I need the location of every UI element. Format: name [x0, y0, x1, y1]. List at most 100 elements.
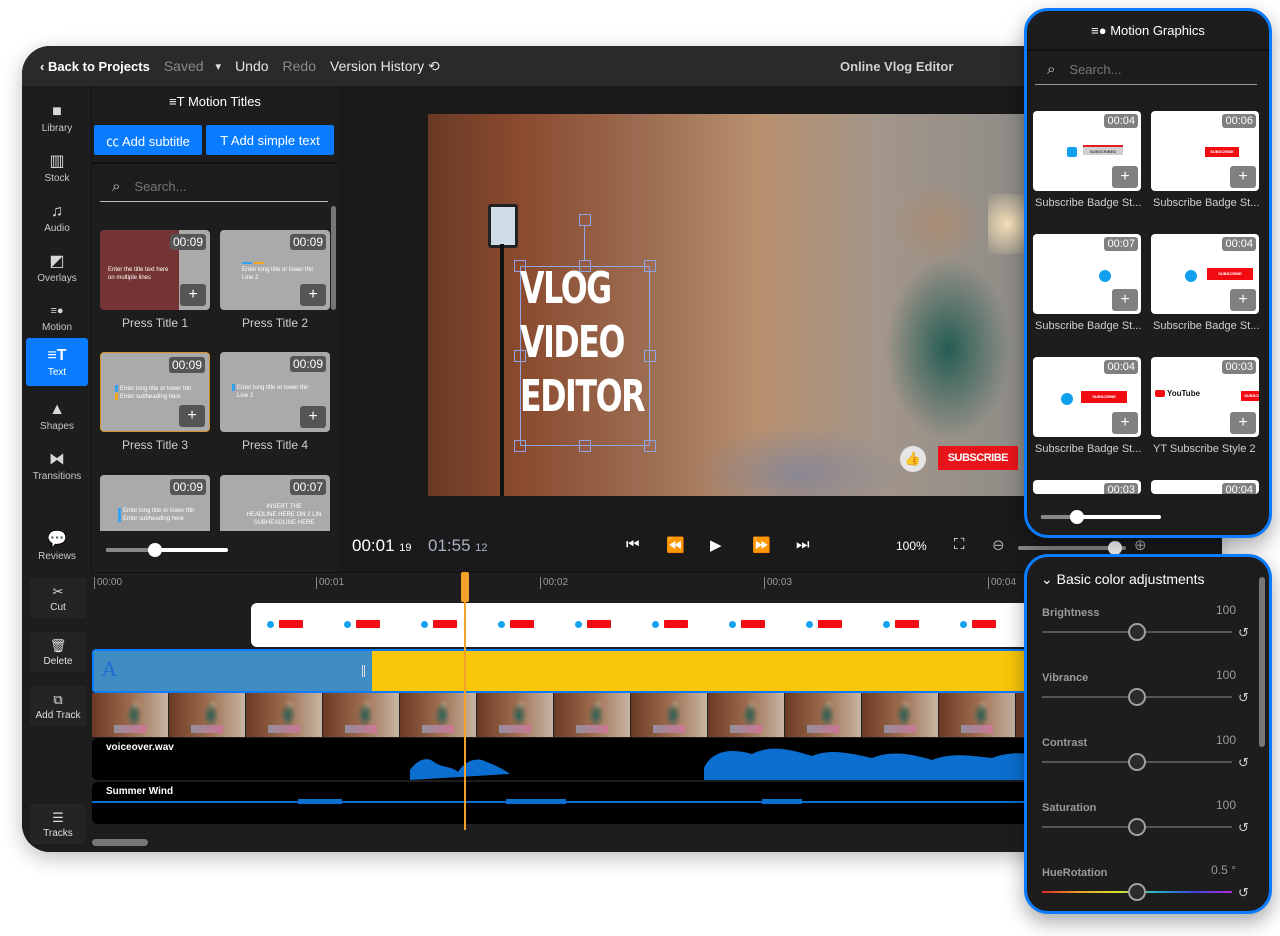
trim-handle[interactable] — [362, 665, 365, 677]
tracks-button[interactable]: ☰ Tracks — [30, 804, 86, 844]
add-icon[interactable]: + — [300, 406, 326, 428]
motion-graphic-card[interactable]: SUBSCRIBE 00:04 + — [1151, 234, 1259, 314]
video-canvas[interactable]: VLOG VIDEO EDITOR 👍 SUBSCRIBE — [428, 114, 1028, 496]
add-icon[interactable]: + — [1112, 412, 1138, 434]
title-card-5[interactable]: Enter long title or lower thir Enter subh… — [100, 475, 210, 531]
motion-graphic-card[interactable]: 00:07 + — [1033, 234, 1141, 314]
adjustment-slider-knob[interactable] — [1128, 688, 1146, 706]
playhead-handle[interactable] — [461, 572, 469, 602]
add-subtitle-button[interactable]: ㏄ Add subtitle — [94, 125, 202, 155]
motion-graphic-card[interactable]: YouTubeSUBSCRIBE00:03+ — [1151, 357, 1259, 437]
delete-button[interactable]: 🗑 Delete — [30, 632, 86, 672]
reset-icon[interactable]: ↺ — [1238, 885, 1249, 901]
zoom-in-icon[interactable]: ⊕ — [1134, 536, 1147, 554]
vertical-scrollbar[interactable] — [331, 206, 336, 310]
rail-item-library[interactable]: ■ Library — [26, 94, 88, 142]
slider-knob[interactable] — [147, 543, 162, 557]
trash-icon: 🗑 — [49, 637, 67, 653]
rail-item-text[interactable]: ≡T Text — [26, 338, 88, 386]
playhead[interactable] — [461, 572, 469, 830]
back-to-projects-button[interactable]: ‹ Back to Projects — [40, 59, 150, 74]
motion-graphic-card[interactable]: SUBSCRIBE 00:04 + — [1033, 357, 1141, 437]
vlog-title-overlay[interactable]: VLOG VIDEO EDITOR — [520, 262, 645, 424]
zoom-out-icon[interactable]: ⊖ — [992, 536, 1005, 554]
voiceover-audio-clip[interactable]: voiceover.wav — [92, 738, 1052, 780]
thumbnail-size-slider[interactable] — [1041, 510, 1161, 524]
add-track-button[interactable]: ⧉ Add Track — [30, 686, 86, 726]
rail-label: Stock — [44, 172, 70, 184]
skip-to-start-icon[interactable]: ⏮ — [626, 536, 640, 553]
skip-to-end-icon[interactable]: ⏭ — [796, 536, 810, 553]
add-icon[interactable]: + — [180, 284, 206, 306]
rail-item-transitions[interactable]: ⧓ Transitions — [26, 442, 88, 490]
adjustment-slider-knob[interactable] — [1128, 753, 1146, 771]
rail-item-motion[interactable]: ≡● Motion — [26, 293, 88, 341]
resize-handle[interactable] — [644, 440, 656, 452]
title-card-1[interactable]: Enter the title text here on multiple lin… — [100, 230, 210, 310]
adjustment-slider-knob[interactable] — [1128, 623, 1146, 641]
cut-button[interactable]: ✂ Cut — [30, 578, 86, 618]
add-icon[interactable]: + — [1112, 166, 1138, 188]
music-audio-clip[interactable]: Summer Wind — [92, 782, 1052, 824]
redo-button[interactable]: Redo — [283, 58, 316, 74]
title-card-3[interactable]: Enter long title or lower thir Enter subh… — [100, 352, 210, 432]
thumbnail-size-slider[interactable] — [106, 543, 228, 557]
rail-item-stock[interactable]: ▥ Stock — [26, 144, 88, 192]
version-history-button[interactable]: Version History ⟲ — [330, 58, 440, 75]
subscribe-badge-overlay[interactable]: SUBSCRIBE — [937, 446, 1018, 470]
add-icon[interactable]: + — [1230, 412, 1256, 434]
play-icon[interactable]: ▶ — [710, 536, 722, 554]
motion-graphics-search-input[interactable]: ⌕ Search... — [1035, 55, 1257, 85]
vertical-scrollbar[interactable] — [1259, 577, 1265, 747]
motion-graphic-card[interactable]: SUBSCRIBED 00:04 + — [1033, 111, 1141, 191]
rail-item-reviews[interactable]: 💬 Reviews — [26, 522, 88, 570]
video-clip[interactable] — [92, 693, 1052, 737]
rail-item-overlays[interactable]: ◩ Overlays — [26, 244, 88, 292]
add-icon[interactable]: + — [1112, 289, 1138, 311]
add-simple-text-button[interactable]: T Add simple text — [206, 125, 334, 155]
horizontal-scrollbar[interactable] — [92, 839, 148, 846]
title-card-2[interactable]: Enter long title or lower thir Line 2 00:… — [220, 230, 330, 310]
reset-icon[interactable]: ↺ — [1238, 755, 1249, 771]
rewind-icon[interactable]: ⏪ — [666, 536, 685, 554]
reset-icon[interactable]: ↺ — [1238, 820, 1249, 836]
reset-icon[interactable]: ↺ — [1238, 690, 1249, 706]
section-toggle[interactable]: ⌄ Basic color adjustments — [1041, 571, 1204, 588]
title-card-6[interactable]: INSERT THE HEADLINE HERE ON 2 LIN SUBHEADL… — [220, 475, 330, 531]
zoom-level[interactable]: 100% — [896, 539, 927, 553]
ruler-tick: 00:01 — [316, 577, 344, 589]
resize-handle[interactable] — [579, 440, 591, 452]
adjustment-slider-knob[interactable] — [1128, 818, 1146, 836]
slider-knob[interactable] — [1070, 510, 1084, 524]
resize-handle[interactable] — [644, 350, 656, 362]
undo-button[interactable]: Undo — [235, 58, 268, 74]
rail-item-audio[interactable]: ♫ Audio — [26, 194, 88, 242]
resize-handle[interactable] — [514, 440, 526, 452]
text-clip[interactable]: A — [92, 649, 1052, 693]
motion-graphic-card[interactable]: 00:03 — [1033, 480, 1141, 494]
timeline-zoom-slider[interactable] — [1018, 541, 1126, 555]
motion-titles-panel: ≡T Motion Titles ㏄ Add subtitle T Add si… — [92, 86, 338, 572]
add-icon[interactable]: + — [300, 284, 326, 306]
resize-handle[interactable] — [644, 260, 656, 272]
adjustment-slider-knob[interactable] — [1128, 883, 1146, 901]
add-icon[interactable]: + — [1230, 166, 1256, 188]
motion-graphic-card[interactable]: 00:04 — [1151, 480, 1259, 494]
saved-dropdown-icon[interactable]: ▾ — [216, 60, 222, 73]
rotate-handle[interactable] — [579, 214, 591, 226]
motion-graphic-clip[interactable] — [251, 603, 1051, 647]
rail-item-shapes[interactable]: ▲ Shapes — [26, 392, 88, 440]
add-icon[interactable]: + — [1230, 289, 1256, 311]
slider-knob[interactable] — [1108, 541, 1123, 555]
motion-graphic-card[interactable]: SUBSCRIBE 00:06 + — [1151, 111, 1259, 191]
title-card-4[interactable]: Enter long title or lower thir Line 2 00:… — [220, 352, 330, 432]
text-clip-selected-segment[interactable] — [94, 651, 372, 691]
ruler-tick: 00:02 — [540, 577, 568, 589]
titles-search-input[interactable]: ⌕ Search... — [100, 172, 328, 202]
reset-icon[interactable]: ↺ — [1238, 625, 1249, 641]
divider — [92, 162, 338, 164]
ruler-tick: 00:03 — [764, 577, 792, 589]
fast-forward-icon[interactable]: ⏩ — [752, 536, 771, 554]
add-icon[interactable]: + — [179, 405, 205, 427]
fullscreen-icon[interactable]: ⛶ — [954, 536, 965, 553]
